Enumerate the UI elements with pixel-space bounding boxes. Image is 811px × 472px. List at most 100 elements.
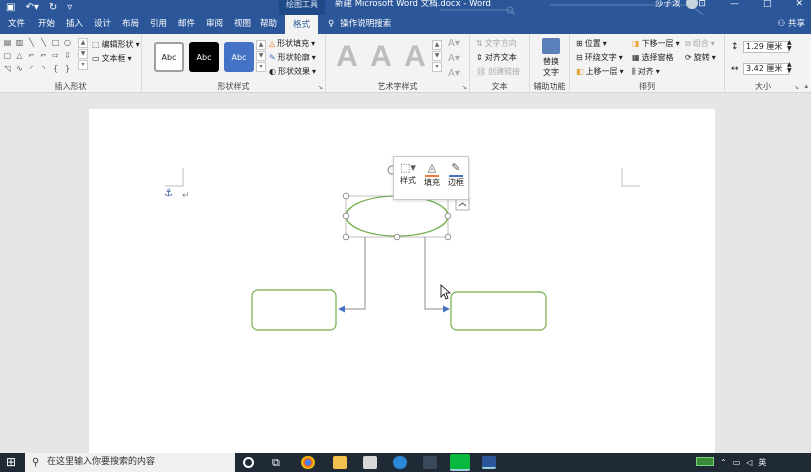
ribbon: ▤ ▥ ╲ ╲ □ ○ ▢ △ ⌐ ⌐ ⇨ ⇩ ◹ ∿ ◜ ◝{} ▲ ▼ ▾ ⬚ 编辑形状 ▾ ▭ 文本框 ▾ 插入… bbox=[0, 34, 811, 93]
selection-pane-button[interactable]: ▦ 选择窗格 bbox=[632, 52, 674, 63]
wordart-style-1[interactable]: A bbox=[332, 40, 362, 74]
battery-icon[interactable] bbox=[696, 457, 714, 466]
selection-pane-icon: ▦ bbox=[632, 53, 640, 62]
window-controls: ⊡ — □ ✕ bbox=[698, 0, 803, 9]
undo-icon[interactable]: ↶▾ bbox=[25, 2, 38, 13]
tab-file[interactable]: 文件 bbox=[8, 15, 25, 34]
align-button[interactable]: ⫼ 对齐 ▾ bbox=[632, 66, 660, 77]
taskbar: ⊞ ⚲ 在这里输入你要搜索的内容 ⧉ ⌃ ▭ ◁ 英 bbox=[0, 453, 811, 472]
group-label-insert-shapes: 插入形状 bbox=[54, 82, 87, 91]
redo-icon[interactable]: ↻ bbox=[49, 2, 57, 13]
text-box-button[interactable]: ▭ 文本框 ▾ bbox=[92, 53, 132, 64]
chrome-icon[interactable] bbox=[301, 456, 315, 469]
ribbon-display-icon[interactable]: ⊡ bbox=[698, 0, 706, 9]
group-button[interactable]: ⧉ 组合 ▾ bbox=[685, 38, 715, 49]
dropdown-arrow-icon: ▾ bbox=[711, 53, 716, 62]
chevron-up-icon[interactable]: ⌃ bbox=[720, 457, 727, 468]
height-spinner-icon[interactable]: ▲ ▼ bbox=[787, 40, 792, 52]
mail-icon[interactable] bbox=[363, 456, 377, 469]
shape-styles-scroll[interactable]: ▲ ▼ ▾ bbox=[256, 40, 266, 72]
shapes-gallery-scroll[interactable]: ▲ ▼ ▾ bbox=[78, 38, 88, 70]
align-text-button[interactable]: ⇕ 对齐文本 bbox=[476, 52, 517, 63]
file-explorer-icon[interactable] bbox=[333, 456, 347, 469]
mini-fill-button[interactable]: ◬ 填充 bbox=[421, 161, 443, 188]
dialog-launcher-icon[interactable]: ↘ bbox=[462, 84, 467, 91]
group-shape-styles: Abc Abc Abc ▲ ▼ ▾ ◬ 形状填充 ▾ ✎ 形状轮廓 ▾ ◐ 形状效果 ▾ 形状样… bbox=[142, 34, 326, 93]
edit-shape-button[interactable]: ⬚ 编辑形状 ▾ bbox=[92, 39, 140, 50]
wordart-style-3[interactable]: A bbox=[400, 40, 430, 74]
tab-view[interactable]: 视图 bbox=[234, 15, 251, 34]
minimize-icon[interactable]: — bbox=[730, 0, 739, 9]
media-app-icon[interactable] bbox=[423, 456, 437, 469]
alt-text-button[interactable]: 替换 文字 bbox=[538, 38, 564, 78]
connector-left bbox=[342, 237, 366, 310]
text-direction-button[interactable]: ⇅ 文字方向 bbox=[476, 38, 517, 49]
tab-design[interactable]: 设计 bbox=[94, 15, 111, 34]
arrowhead-left bbox=[338, 305, 345, 313]
rotate-label: 旋转 bbox=[693, 53, 710, 62]
wordart-style-2[interactable]: A bbox=[366, 40, 396, 74]
mini-border-button[interactable]: ✎ 边框 bbox=[445, 161, 467, 188]
mouse-cursor-icon bbox=[440, 284, 452, 300]
task-view-icon[interactable]: ⧉ bbox=[272, 456, 280, 469]
group-label-wordart: 艺术字样式 bbox=[377, 82, 418, 91]
shape-effects-button[interactable]: ◐ 形状效果 ▾ bbox=[269, 66, 316, 77]
maximize-icon[interactable]: □ bbox=[763, 0, 772, 9]
tab-review[interactable]: 审阅 bbox=[206, 15, 223, 34]
user-name[interactable]: 莎子泼 bbox=[655, 0, 681, 9]
shape-style-white[interactable]: Abc bbox=[154, 42, 184, 72]
network-icon[interactable]: ▭ bbox=[733, 457, 741, 468]
save-icon[interactable]: ▣ bbox=[6, 2, 15, 13]
volume-icon[interactable]: ◁ bbox=[746, 457, 752, 468]
share-button[interactable]: ⚇ 共享 bbox=[778, 15, 805, 34]
tab-help[interactable]: 帮助 bbox=[260, 15, 277, 34]
wechat-icon[interactable] bbox=[450, 454, 470, 471]
tab-references[interactable]: 引用 bbox=[150, 15, 167, 34]
bring-forward-button[interactable]: ◧ 上移一层 ▾ bbox=[576, 66, 624, 77]
effects-icon: ◐ bbox=[269, 67, 276, 76]
wrap-text-label: 环绕文字 bbox=[584, 53, 617, 62]
text-outline-icon[interactable]: A▾ bbox=[448, 53, 460, 64]
create-link-button[interactable]: ⛓ 创建链接 bbox=[476, 66, 520, 77]
text-fill-icon[interactable]: A▾ bbox=[448, 38, 460, 49]
tab-mailings[interactable]: 邮件 bbox=[178, 15, 195, 34]
height-icon: ↕ bbox=[731, 42, 739, 52]
shape-fill-button[interactable]: ◬ 形状填充 ▾ bbox=[269, 38, 315, 49]
dialog-launcher-icon[interactable]: ↘ bbox=[318, 84, 323, 91]
position-button[interactable]: ⊞ 位置 ▾ bbox=[576, 38, 607, 49]
width-spinner-icon[interactable]: ▲ ▼ bbox=[787, 62, 792, 74]
ime-icon[interactable]: 英 bbox=[758, 457, 766, 468]
dropdown-arrow-icon: ▾ bbox=[135, 40, 140, 49]
dropdown-arrow-icon: ▾ bbox=[602, 39, 607, 48]
dialog-launcher-icon[interactable]: ↘ bbox=[794, 84, 799, 91]
tell-me-search[interactable]: ♀ 操作说明搜索 bbox=[328, 15, 391, 34]
tab-format[interactable]: 格式 bbox=[285, 15, 319, 34]
send-backward-button[interactable]: ◨ 下移一层 ▾ bbox=[632, 38, 680, 49]
customize-icon[interactable]: ▿ bbox=[67, 2, 72, 13]
shape-width-input[interactable]: 3.42 厘米 bbox=[743, 63, 789, 75]
shape-outline-button[interactable]: ✎ 形状轮廓 ▾ bbox=[269, 52, 316, 63]
taskbar-search-input[interactable]: ⚲ 在这里输入你要搜索的内容 bbox=[25, 453, 235, 472]
windows-start-icon[interactable]: ⊞ bbox=[6, 456, 16, 469]
tab-insert[interactable]: 插入 bbox=[66, 15, 83, 34]
clock-app-icon[interactable] bbox=[393, 456, 407, 469]
shape-style-black[interactable]: Abc bbox=[189, 42, 219, 72]
tab-home[interactable]: 开始 bbox=[38, 15, 55, 34]
close-icon[interactable]: ✕ bbox=[795, 0, 803, 9]
wordart-scroll[interactable]: ▲ ▼ ▾ bbox=[432, 40, 442, 72]
tab-layout[interactable]: 布局 bbox=[122, 15, 139, 34]
rotate-button[interactable]: ⟳ 旋转 ▾ bbox=[685, 52, 716, 63]
collapse-ribbon-icon[interactable]: ▴ bbox=[804, 82, 808, 90]
shapes-gallery[interactable]: ▤ ▥ ╲ ╲ □ ○ ▢ △ ⌐ ⌐ ⇨ ⇩ ◹ ∿ ◜ ◝{} bbox=[3, 38, 81, 78]
dropdown-arrow-icon: ▾ bbox=[127, 54, 132, 63]
width-icon: ↔ bbox=[731, 64, 739, 74]
cortana-icon[interactable] bbox=[243, 457, 254, 468]
mini-style-button[interactable]: ⬚▾ 样式 bbox=[397, 161, 419, 186]
pen-icon: ✎ bbox=[269, 53, 276, 62]
shape-height-input[interactable]: 1.29 厘米 bbox=[743, 41, 789, 53]
text-effects-icon[interactable]: A▾ bbox=[448, 68, 460, 79]
shape-style-blue[interactable]: Abc bbox=[224, 42, 254, 72]
dropdown-arrow-icon: ▾ bbox=[619, 67, 624, 76]
wrap-text-button[interactable]: ⊟ 环绕文字 ▾ bbox=[576, 52, 623, 63]
word-icon[interactable] bbox=[482, 456, 496, 469]
